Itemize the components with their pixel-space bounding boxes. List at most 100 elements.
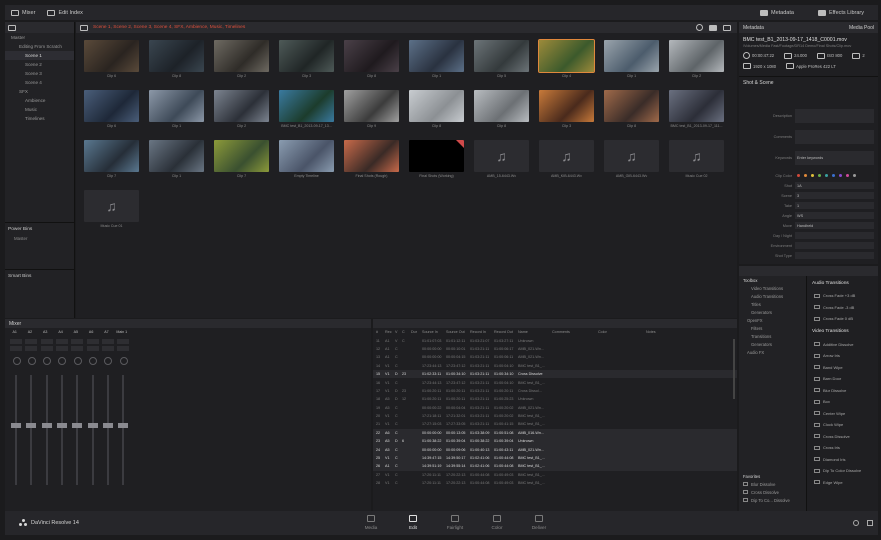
clip-color-swatches[interactable] (795, 174, 856, 177)
fader-handle[interactable] (56, 423, 67, 428)
edit-index-row[interactable]: 27 V1 C 17:20:11:11 17:20:22:13 01:00:44:08 01… (373, 471, 737, 479)
pan-knob[interactable] (104, 357, 113, 365)
clip-color-swatch[interactable] (853, 174, 856, 177)
clip-thumbnail[interactable]: Clip 7 (214, 140, 269, 178)
clip-thumbnail[interactable]: Clip 9 (344, 90, 399, 128)
edit-index-row[interactable]: 28 V1 C 17:20:11:11 17:20:22:13 01:00:44:08 01… (373, 479, 737, 487)
metadata-field-input[interactable]: Enter keywords (795, 151, 874, 165)
column-header[interactable]: # (373, 330, 385, 334)
input-selector[interactable] (55, 339, 68, 344)
column-header[interactable]: Source Out (446, 330, 470, 334)
column-header[interactable]: Color (598, 330, 646, 334)
clip-thumbnail[interactable]: BMC test_B1_2013-09-17_111... (669, 90, 724, 128)
page-tab-deliver[interactable]: Deliver (518, 513, 560, 530)
sidebar-toggle-icon[interactable] (8, 24, 16, 31)
page-tab-edit[interactable]: Edit (392, 513, 434, 530)
mixer-toggle-button[interactable]: Mixer (5, 9, 41, 16)
metadata-field-input[interactable]: 1 (795, 202, 874, 209)
clip-thumbnail[interactable]: Clip 5 (474, 40, 529, 78)
transition-item[interactable]: Cross Fade -3 dB (809, 302, 878, 314)
clip-thumbnail[interactable]: Clip 1 (149, 90, 204, 128)
clip-thumbnail[interactable]: Clip 8 (409, 90, 464, 128)
transition-item[interactable]: Barn Door (809, 373, 878, 385)
edit-index-row[interactable]: 13 A1 C 00:00:00:00 00:00:04:15 01:03:21:11 01… (373, 353, 737, 361)
clip-thumbnail[interactable]: Clip 1 (604, 40, 659, 78)
clip-color-swatch[interactable] (804, 174, 807, 177)
column-header[interactable]: Notes (646, 330, 676, 334)
bin-item[interactable]: SFX (5, 87, 74, 96)
effects-tree-item[interactable]: Audio FX (739, 348, 806, 356)
effects-tree-item[interactable]: Toolbox (739, 276, 806, 284)
metadata-field-input[interactable] (795, 109, 874, 123)
edit-index-row[interactable]: 19 A5 C 00:00:00:22 00:00:04:04 01:03:21:11 01… (373, 404, 737, 412)
input-selector[interactable] (101, 339, 114, 344)
clip-color-swatch[interactable] (832, 174, 835, 177)
clip-thumbnail[interactable]: Clip 2 (214, 90, 269, 128)
fader-handle[interactable] (102, 423, 113, 428)
transition-item[interactable]: Center Wipe (809, 408, 878, 420)
pan-knob[interactable] (27, 357, 36, 365)
edit-index-row[interactable]: 15 V1 D 23 01:02:33:11 01:00:34:10 01:03:21:11… (373, 369, 737, 379)
input-selector[interactable] (25, 339, 38, 344)
effects-slot[interactable] (55, 346, 68, 351)
edit-index-row[interactable]: 14 V1 C 17:23:44:13 17:23:47:12 01:03:21:11 01… (373, 362, 737, 370)
effects-tree-item[interactable]: OpenFX (739, 316, 806, 324)
edit-index-row[interactable]: 18 A5 D 12 01:00:20:11 01:00:20:11 01:03:21:11… (373, 395, 737, 403)
clip-thumbnail[interactable]: Clip 1 (409, 40, 464, 78)
clip-color-swatch[interactable] (825, 174, 828, 177)
effects-slot[interactable] (101, 346, 114, 351)
effects-slot[interactable] (25, 346, 38, 351)
bin-item[interactable]: Scene 2 (5, 60, 74, 69)
edit-index-row[interactable]: 22 A6 C 00:00:00:00 00:00:13:05 01:03:38:09 01… (373, 428, 737, 438)
edit-index-row[interactable]: 21 V1 C 17:27:15:03 17:27:33:05 01:03:21:11 01… (373, 420, 737, 428)
clip-thumbnail[interactable]: Final Shots (Rough) (344, 140, 399, 178)
effects-tree-item[interactable]: Titles (739, 300, 806, 308)
edit-index-row[interactable]: 16 V1 C 17:23:44:13 17:23:47:12 01:03:21:11 01… (373, 378, 737, 386)
pan-knob[interactable] (58, 357, 67, 365)
effects-tree-item[interactable]: Audio Transitions (739, 292, 806, 300)
effects-tree-item[interactable]: Filters (739, 324, 806, 332)
clip-thumbnail[interactable]: Clip 8 (604, 90, 659, 128)
edit-index-row[interactable]: 26 A1 C 14:39:51:19 14:39:55:14 01:02:41:06 01… (373, 462, 737, 471)
transition-item[interactable]: Diamond Iris (809, 454, 878, 466)
column-header[interactable]: Source In (422, 330, 446, 334)
pan-knob[interactable] (119, 357, 128, 365)
column-header[interactable]: Record In (470, 330, 494, 334)
page-tab-media[interactable]: Media (350, 513, 392, 530)
metadata-field-input[interactable]: 1A (795, 182, 874, 189)
clip-thumbnail[interactable]: Clip 3 (279, 40, 334, 78)
bin-item[interactable]: Master (5, 33, 74, 42)
clip-thumbnail[interactable]: Clip 1 (149, 140, 204, 178)
transition-item[interactable]: Cross Iris (809, 442, 878, 454)
effects-slot[interactable] (71, 346, 84, 351)
transition-item[interactable]: Blur Dissolve (809, 385, 878, 397)
metadata-field-input[interactable] (795, 232, 874, 239)
column-header[interactable]: Name (518, 330, 552, 334)
clip-thumbnail[interactable]: ♫ AMB_15-6443.Wv (474, 140, 529, 178)
fader-handle[interactable] (87, 423, 98, 428)
fader-handle[interactable] (118, 423, 129, 428)
edit-index-row[interactable]: 12 A1 C 00:00:00:00 00:00:10:01 01:03:21:11 01… (373, 345, 737, 353)
column-header[interactable]: Record Out (494, 330, 518, 334)
list-view-icon[interactable] (723, 24, 731, 31)
favorite-item[interactable]: Dip To Co... Dissolve (739, 496, 807, 504)
clip-thumbnail[interactable]: ♫ Music Cue 02 (669, 140, 724, 178)
power-bin-item[interactable]: Master (8, 232, 72, 241)
search-icon[interactable] (696, 24, 703, 31)
edit-index-row[interactable]: 24 A5 C 00:00:00:00 00:00:09:06 01:00:40:13 01… (373, 445, 737, 454)
clip-color-swatch[interactable] (818, 174, 821, 177)
pan-knob[interactable] (73, 357, 82, 365)
metadata-toggle-button[interactable]: Metadata (754, 9, 800, 16)
metadata-field-input[interactable]: WS (795, 212, 874, 219)
input-selector[interactable] (71, 339, 84, 344)
clip-thumbnail[interactable]: ♫ AMB_KIB-6443.Wv (539, 140, 594, 178)
edit-index-scrollbar[interactable] (733, 339, 735, 399)
page-tab-color[interactable]: Color (476, 513, 518, 530)
transition-item[interactable]: Band Wipe (809, 362, 878, 374)
input-selector[interactable] (40, 339, 53, 344)
effects-library-toggle-button[interactable]: Effects Library (812, 9, 870, 16)
media-pool-tab[interactable]: Media Pool (849, 25, 874, 31)
column-header[interactable]: Dur (411, 330, 422, 334)
settings-icon[interactable] (867, 520, 873, 526)
fader-handle[interactable] (26, 423, 37, 428)
